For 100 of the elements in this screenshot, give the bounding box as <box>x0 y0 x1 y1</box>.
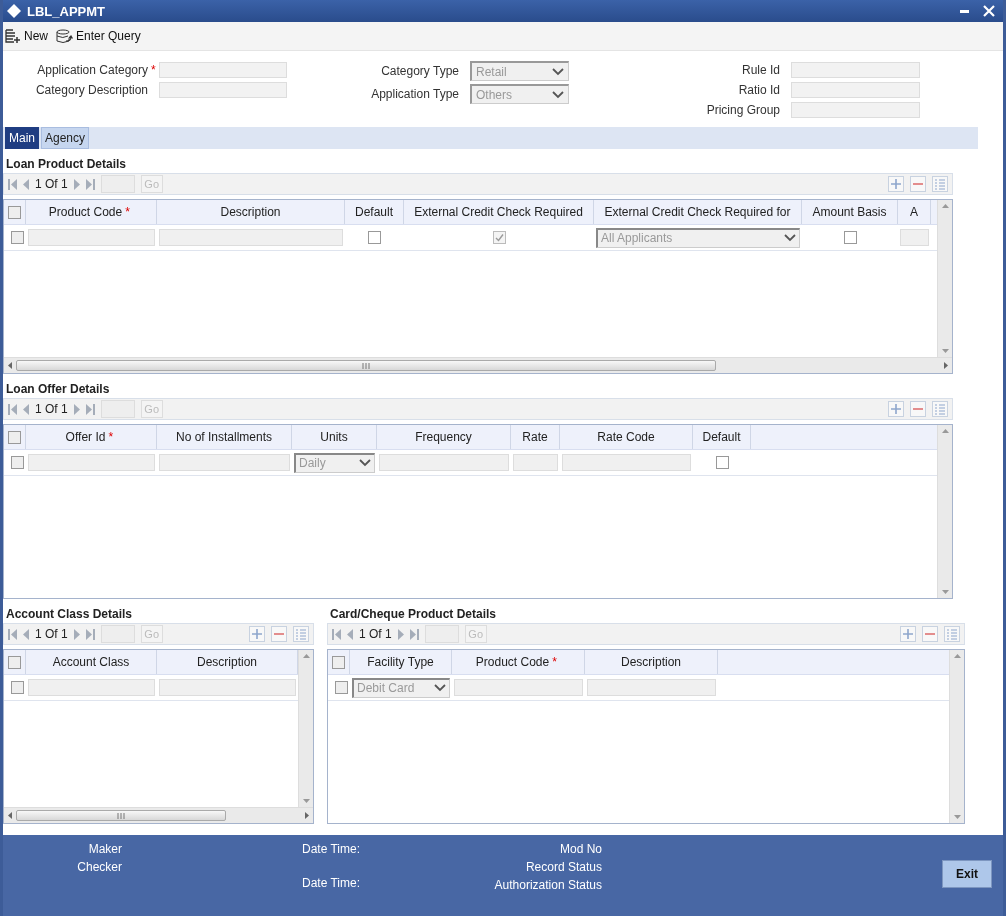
vertical-scrollbar[interactable] <box>937 425 952 598</box>
scroll-right-icon[interactable] <box>944 362 948 369</box>
select-all-checkbox[interactable] <box>8 655 21 669</box>
page-input[interactable] <box>100 175 135 193</box>
cell-input[interactable] <box>513 454 558 471</box>
previous-page-icon[interactable] <box>347 628 353 640</box>
toolbar-button[interactable]: Enter Query <box>56 28 141 44</box>
first-page-icon[interactable] <box>332 628 341 640</box>
select-all-checkbox[interactable] <box>8 205 21 219</box>
input-field[interactable] <box>791 101 920 118</box>
select-all-checkbox[interactable] <box>332 655 345 669</box>
list-view-icon[interactable] <box>932 176 948 192</box>
remove-row-icon[interactable] <box>922 626 938 642</box>
input-field[interactable] <box>159 81 287 98</box>
scroll-left-icon[interactable] <box>8 812 12 819</box>
previous-page-icon[interactable] <box>23 403 29 415</box>
cell-dropdown[interactable]: Daily <box>294 452 375 473</box>
toolbar-button[interactable]: New <box>5 29 48 43</box>
row-checkbox[interactable] <box>11 231 24 244</box>
scroll-up-icon[interactable] <box>302 654 310 658</box>
cell-input[interactable] <box>379 454 509 471</box>
close-icon[interactable] <box>983 5 995 17</box>
add-row-icon[interactable] <box>888 176 904 192</box>
vertical-scrollbar[interactable] <box>949 650 964 823</box>
horizontal-scrollbar[interactable] <box>4 357 952 373</box>
add-row-icon[interactable] <box>900 626 916 642</box>
list-view-icon[interactable] <box>293 626 309 642</box>
cell-input[interactable] <box>562 454 691 471</box>
cell-input[interactable] <box>587 679 716 696</box>
cell-input[interactable] <box>28 454 155 471</box>
previous-page-icon[interactable] <box>23 628 29 640</box>
scroll-down-icon[interactable] <box>953 815 961 819</box>
vertical-scrollbar[interactable] <box>298 650 313 807</box>
cell-dropdown[interactable]: Debit Card <box>352 677 450 698</box>
dropdown-field[interactable]: Others <box>470 84 569 104</box>
add-row-icon[interactable] <box>888 401 904 417</box>
next-page-icon[interactable] <box>73 628 80 640</box>
list-view-icon[interactable] <box>944 626 960 642</box>
remove-row-icon[interactable] <box>910 401 926 417</box>
chevron-down-icon[interactable] <box>434 684 446 692</box>
go-button[interactable]: Go <box>140 625 163 643</box>
checkbox[interactable] <box>368 231 381 244</box>
scroll-up-icon[interactable] <box>941 429 949 433</box>
scroll-down-icon[interactable] <box>941 349 949 353</box>
first-page-icon[interactable] <box>8 628 17 640</box>
tab[interactable]: Agency <box>41 127 90 149</box>
cell-dropdown[interactable]: All Applicants <box>596 227 800 248</box>
next-page-icon[interactable] <box>397 628 404 640</box>
last-page-icon[interactable] <box>409 628 419 640</box>
scrollbar-thumb[interactable] <box>16 360 716 371</box>
exit-button[interactable]: Exit <box>942 860 992 888</box>
last-page-icon[interactable] <box>85 178 95 190</box>
cell-input[interactable] <box>900 229 929 246</box>
row-checkbox[interactable] <box>11 456 24 469</box>
page-input[interactable] <box>424 625 459 643</box>
page-input[interactable] <box>100 400 135 418</box>
cell-input[interactable] <box>159 229 343 246</box>
select-all-checkbox[interactable] <box>8 430 21 444</box>
scroll-left-icon[interactable] <box>8 362 12 369</box>
list-view-icon[interactable] <box>932 401 948 417</box>
input-field[interactable] <box>791 81 920 98</box>
scroll-right-icon[interactable] <box>305 812 309 819</box>
horizontal-scrollbar[interactable] <box>4 807 313 823</box>
dropdown-field[interactable]: Retail <box>470 61 569 81</box>
chevron-down-icon[interactable] <box>359 459 371 467</box>
cell-input[interactable] <box>454 679 583 696</box>
row-checkbox[interactable] <box>11 681 24 694</box>
tab[interactable]: Main <box>5 127 39 149</box>
remove-row-icon[interactable] <box>271 626 287 642</box>
last-page-icon[interactable] <box>85 403 95 415</box>
previous-page-icon[interactable] <box>23 178 29 190</box>
remove-row-icon[interactable] <box>910 176 926 192</box>
scroll-up-icon[interactable] <box>953 654 961 658</box>
checkbox[interactable] <box>715 456 729 469</box>
add-row-icon[interactable] <box>249 626 265 642</box>
checkbox[interactable] <box>843 231 857 244</box>
cell-input[interactable] <box>159 454 290 471</box>
chevron-down-icon[interactable] <box>784 234 796 242</box>
cell-input[interactable] <box>28 229 155 246</box>
row-checkbox[interactable] <box>335 681 348 694</box>
first-page-icon[interactable] <box>8 403 17 415</box>
page-input[interactable] <box>100 625 135 643</box>
last-page-icon[interactable] <box>85 628 95 640</box>
vertical-scrollbar[interactable] <box>937 200 952 357</box>
first-page-icon[interactable] <box>8 178 17 190</box>
input-field[interactable] <box>159 61 287 78</box>
scroll-down-icon[interactable] <box>941 590 949 594</box>
scroll-down-icon[interactable] <box>302 799 310 803</box>
scrollbar-thumb[interactable] <box>16 810 226 821</box>
minimize-icon[interactable] <box>960 9 969 13</box>
scroll-up-icon[interactable] <box>941 204 949 208</box>
chevron-down-icon[interactable] <box>552 90 564 99</box>
go-button[interactable]: Go <box>140 175 163 193</box>
go-button[interactable]: Go <box>140 400 163 418</box>
input-field[interactable] <box>791 61 920 78</box>
cell-input[interactable] <box>159 679 296 696</box>
next-page-icon[interactable] <box>73 403 80 415</box>
go-button[interactable]: Go <box>464 625 487 643</box>
cell-input[interactable] <box>28 679 155 696</box>
next-page-icon[interactable] <box>73 178 80 190</box>
